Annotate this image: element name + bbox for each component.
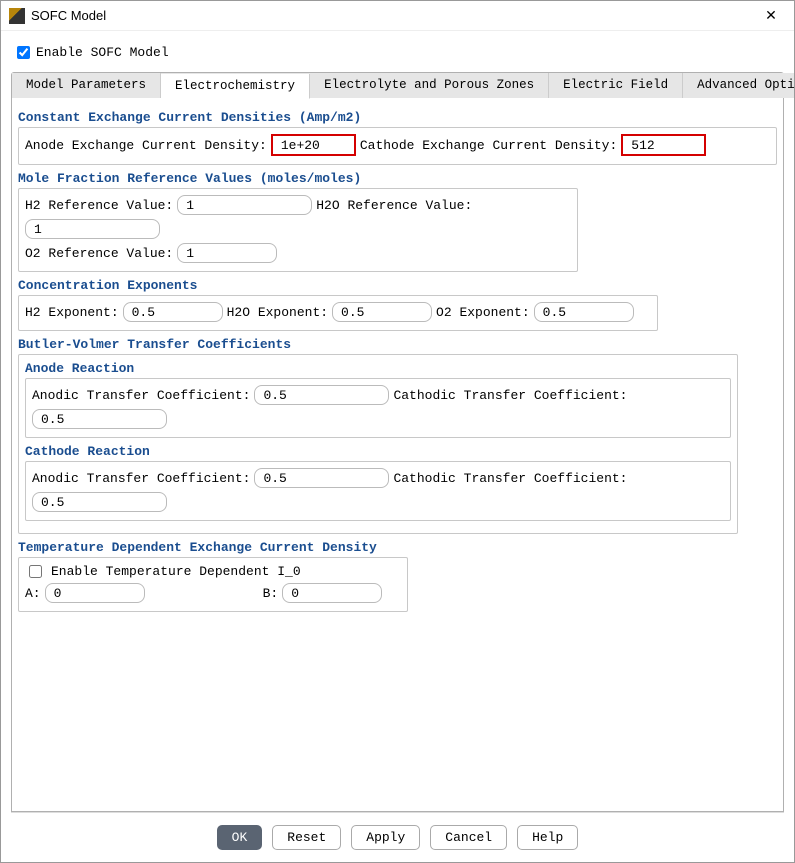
h2-ref-input[interactable] <box>177 195 312 215</box>
cath-atc-input[interactable] <box>254 468 389 488</box>
cancel-button[interactable]: Cancel <box>430 825 507 850</box>
ok-button[interactable]: OK <box>217 825 263 850</box>
group-cathode-reaction: Anodic Transfer Coefficient: Cathodic Tr… <box>25 461 731 521</box>
group-anode-reaction: Anodic Transfer Coefficient: Cathodic Tr… <box>25 378 731 438</box>
button-bar: OK Reset Apply Cancel Help <box>11 812 784 862</box>
h2-exp-input[interactable] <box>123 302 223 322</box>
cathode-reaction-hdr: Cathode Reaction <box>25 444 731 459</box>
o2-exp-input[interactable] <box>534 302 634 322</box>
enable-sofc-label: Enable SOFC Model <box>36 45 169 60</box>
dialog-window: SOFC Model ✕ Enable SOFC Model Model Par… <box>0 0 795 863</box>
tab-electrochemistry[interactable]: Electrochemistry <box>161 74 310 99</box>
cath-ctc-input[interactable] <box>32 492 167 512</box>
enable-sofc-row: Enable SOFC Model <box>11 39 784 72</box>
anode-ctc-label: Cathodic Transfer Coefficient: <box>393 388 627 403</box>
apply-button[interactable]: Apply <box>351 825 420 850</box>
group-cecd: Anode Exchange Current Density: Cathode … <box>18 127 777 165</box>
anode-atc-input[interactable] <box>254 385 389 405</box>
enable-tdi0-label: Enable Temperature Dependent I_0 <box>51 564 301 579</box>
cath-ctc-label: Cathodic Transfer Coefficient: <box>393 471 627 486</box>
h2-exp-label: H2 Exponent: <box>25 305 119 320</box>
title-bar: SOFC Model ✕ <box>1 1 794 31</box>
section-title-tdecd: Temperature Dependent Exchange Current D… <box>18 540 777 555</box>
anode-ecd-input[interactable] <box>271 134 356 156</box>
cathode-ecd-input[interactable] <box>621 134 706 156</box>
tab-panel: Constant Exchange Current Densities (Amp… <box>11 98 784 812</box>
tab-bar: Model Parameters Electrochemistry Electr… <box>11 72 784 98</box>
group-tdecd: Enable Temperature Dependent I_0 A: B: <box>18 557 408 612</box>
h2o-exp-label: H2O Exponent: <box>227 305 328 320</box>
h2o-ref-label: H2O Reference Value: <box>316 198 472 213</box>
help-button[interactable]: Help <box>517 825 578 850</box>
reset-button[interactable]: Reset <box>272 825 341 850</box>
h2o-ref-input[interactable] <box>25 219 160 239</box>
window-title: SOFC Model <box>31 8 756 23</box>
enable-tdi0-checkbox[interactable] <box>29 565 42 578</box>
section-title-cexp: Concentration Exponents <box>18 278 777 293</box>
section-title-bv: Butler-Volmer Transfer Coefficients <box>18 337 777 352</box>
enable-sofc-checkbox[interactable] <box>17 46 30 59</box>
o2-ref-label: O2 Reference Value: <box>25 246 173 261</box>
group-cexp: H2 Exponent: H2O Exponent: O2 Exponent: <box>18 295 658 331</box>
section-title-cecd: Constant Exchange Current Densities (Amp… <box>18 110 777 125</box>
anode-reaction-hdr: Anode Reaction <box>25 361 731 376</box>
app-icon <box>9 8 25 24</box>
anode-ctc-input[interactable] <box>32 409 167 429</box>
section-title-mfrv: Mole Fraction Reference Values (moles/mo… <box>18 171 777 186</box>
cathode-ecd-label: Cathode Exchange Current Density: <box>360 138 617 153</box>
h2o-exp-input[interactable] <box>332 302 432 322</box>
tab-advanced-options[interactable]: Advanced Options <box>683 73 794 98</box>
enable-tdi0-row: Enable Temperature Dependent I_0 <box>25 562 401 581</box>
h2-ref-label: H2 Reference Value: <box>25 198 173 213</box>
tab-electric-field[interactable]: Electric Field <box>549 73 683 98</box>
o2-exp-label: O2 Exponent: <box>436 305 530 320</box>
cath-atc-label: Anodic Transfer Coefficient: <box>32 471 250 486</box>
tdecd-b-label: B: <box>263 586 279 601</box>
anode-ecd-label: Anode Exchange Current Density: <box>25 138 267 153</box>
tdecd-b-input[interactable] <box>282 583 382 603</box>
tdecd-a-input[interactable] <box>45 583 145 603</box>
close-icon[interactable]: ✕ <box>756 7 786 24</box>
o2-ref-input[interactable] <box>177 243 277 263</box>
tab-model-parameters[interactable]: Model Parameters <box>12 73 161 98</box>
anode-atc-label: Anodic Transfer Coefficient: <box>32 388 250 403</box>
tdecd-a-label: A: <box>25 586 41 601</box>
group-mfrv: H2 Reference Value: H2O Reference Value:… <box>18 188 578 272</box>
tab-electrolyte-porous[interactable]: Electrolyte and Porous Zones <box>310 73 549 98</box>
group-bv: Anode Reaction Anodic Transfer Coefficie… <box>18 354 738 534</box>
content-area: Enable SOFC Model Model Parameters Elect… <box>1 31 794 862</box>
